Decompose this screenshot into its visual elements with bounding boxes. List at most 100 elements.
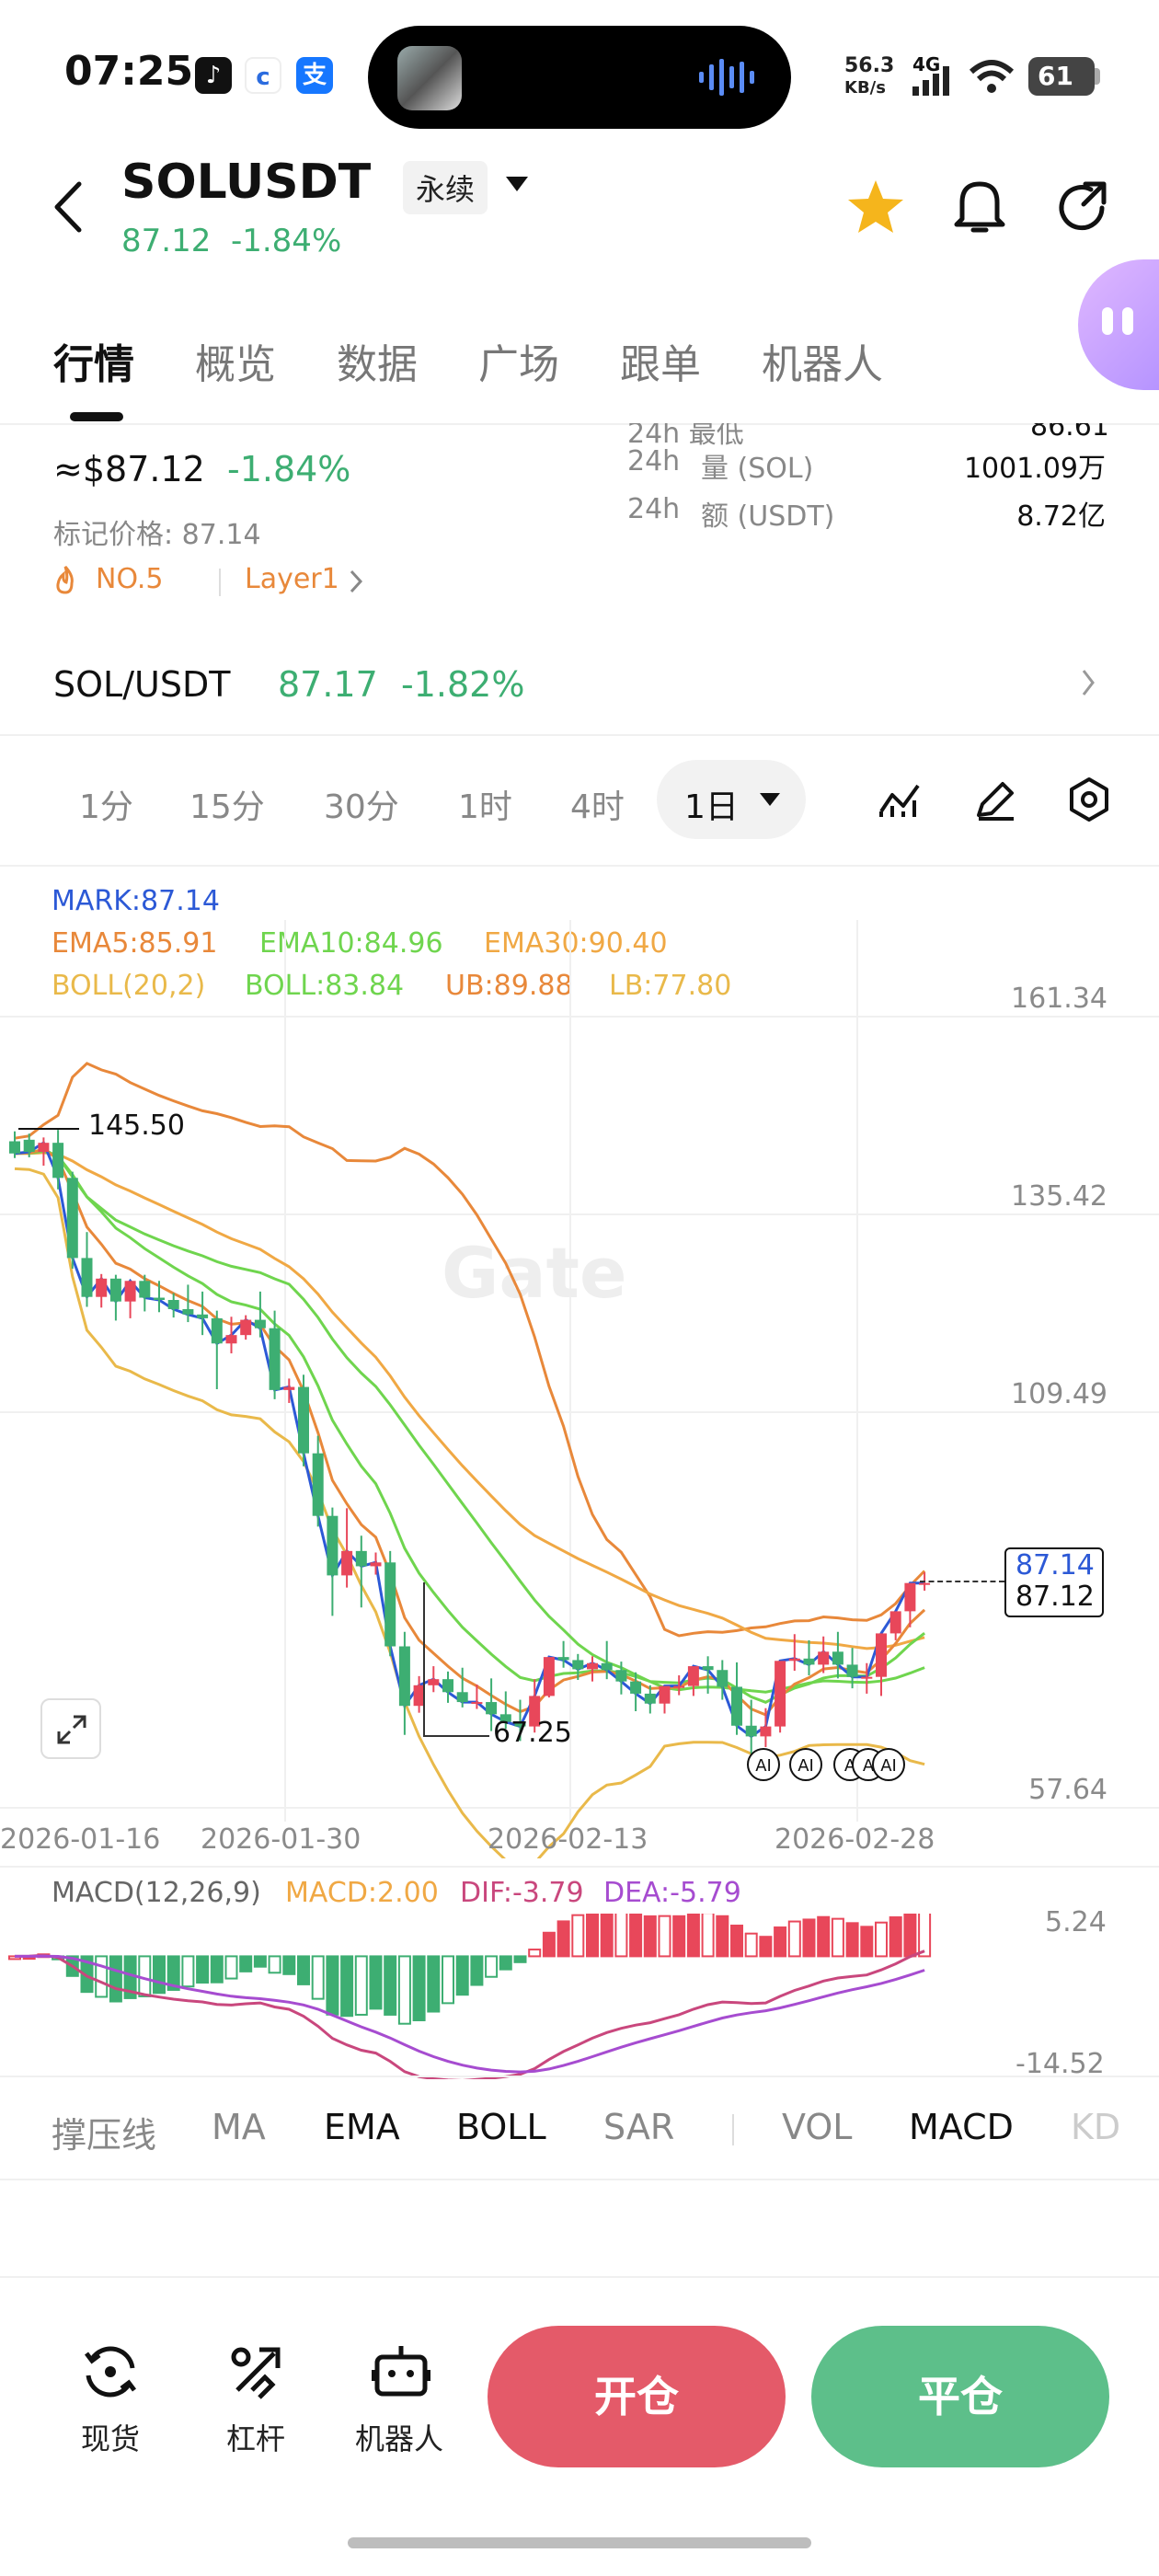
- tab-data[interactable]: 数据: [337, 331, 418, 390]
- interval-4h[interactable]: 4时: [570, 780, 625, 828]
- favorite-star-icon[interactable]: [846, 178, 905, 236]
- price-tag-box: 87.14 87.12: [1004, 1547, 1104, 1617]
- open-position-button[interactable]: 开仓: [488, 2326, 786, 2467]
- indicator-ema[interactable]: EMA: [324, 2107, 400, 2147]
- dynamic-island[interactable]: [368, 26, 791, 129]
- fullscreen-button[interactable]: [40, 1698, 101, 1759]
- divider: [0, 1866, 1159, 1868]
- candle-body: [760, 1726, 772, 1737]
- macd-histogram-bar: [513, 1955, 527, 1963]
- macd-histogram-bar: [282, 1955, 296, 1975]
- candle-body: [846, 1664, 858, 1677]
- boll-mid-line: [14, 1147, 925, 1694]
- vol-label: 量 (SOL): [701, 453, 814, 485]
- candle-body: [269, 1328, 281, 1390]
- y-tick-label: 57.64: [1028, 1774, 1107, 1806]
- macd-histogram-bar: [701, 1914, 715, 1958]
- macd-histogram-bar: [860, 1926, 874, 1958]
- candle-body: [167, 1300, 179, 1309]
- candle-body: [124, 1281, 136, 1302]
- candle-body: [717, 1670, 729, 1687]
- interval-15m[interactable]: 15分: [189, 780, 265, 828]
- candlestick-chart[interactable]: Gate 161.34 135.42 109.49 57.64: [0, 865, 1159, 1858]
- macd-histogram-bar: [528, 1949, 542, 1958]
- indicator-sar[interactable]: SAR: [603, 2107, 674, 2147]
- macd-histogram-bar: [889, 1915, 902, 1958]
- tab-square[interactable]: 广场: [478, 331, 559, 390]
- macd-histogram-bar: [787, 1920, 801, 1958]
- macd-chart[interactable]: [0, 1914, 975, 2079]
- symbol-title[interactable]: SOLUSDT: [121, 155, 371, 210]
- candle-body: [731, 1686, 742, 1726]
- candle-body: [471, 1702, 483, 1705]
- home-indicator[interactable]: [348, 2537, 811, 2548]
- spot-label[interactable]: 现货: [81, 2416, 140, 2458]
- candle-body: [442, 1679, 453, 1693]
- candle-body: [341, 1550, 353, 1576]
- interval-1m[interactable]: 1分: [79, 780, 133, 828]
- candle-body: [876, 1633, 887, 1677]
- leverage-icon[interactable]: [226, 2342, 285, 2401]
- x-tick: 2026-02-28: [775, 1823, 935, 1856]
- indicator-boll[interactable]: BOLL: [456, 2107, 546, 2147]
- leverage-label[interactable]: 杠杆: [226, 2416, 285, 2458]
- candle-body: [225, 1335, 237, 1344]
- indicator-chart-icon[interactable]: [878, 778, 924, 821]
- tab-copy-trade[interactable]: 跟单: [620, 331, 701, 390]
- interval-1d[interactable]: 1日: [657, 760, 806, 839]
- tab-bots[interactable]: 机器人: [762, 331, 883, 390]
- indicator-vol[interactable]: VOL: [782, 2107, 852, 2147]
- ai-tag[interactable]: AI: [789, 1748, 822, 1781]
- battery-icon: 61: [1028, 57, 1095, 96]
- share-icon[interactable]: [1054, 178, 1111, 236]
- macd-histogram-bar: [744, 1932, 758, 1958]
- close-position-button[interactable]: 平仓: [811, 2326, 1109, 2467]
- indicator-kd[interactable]: KD: [1071, 2107, 1120, 2147]
- macd-dif: DIF:-3.79: [460, 1877, 584, 1909]
- back-icon[interactable]: [52, 180, 85, 234]
- interval-30m[interactable]: 30分: [324, 780, 399, 828]
- rank-badge[interactable]: NO.5: [96, 563, 163, 595]
- macd-histogram-bar: [716, 1915, 729, 1958]
- indicator-support-resistance[interactable]: 撑压线: [52, 2107, 156, 2157]
- candle-body: [818, 1651, 830, 1665]
- low-marker-line: [423, 1735, 489, 1737]
- low-label: 67.25: [493, 1717, 572, 1749]
- interval-1h[interactable]: 1时: [458, 780, 512, 828]
- alert-bell-icon[interactable]: [953, 177, 1006, 237]
- tab-market[interactable]: 行情: [53, 331, 134, 390]
- spot-pair-row[interactable]: SOL/USDT 87.17 -1.82%: [0, 626, 1159, 736]
- stat-partial-value: 86.61: [1030, 423, 1109, 443]
- spot-icon[interactable]: [81, 2342, 140, 2401]
- candle-body: [154, 1297, 165, 1301]
- candle-body: [197, 1314, 209, 1318]
- macd-histogram-bar: [730, 1925, 743, 1958]
- divider: [219, 569, 221, 596]
- macd-histogram-bar: [297, 1955, 310, 1985]
- chart-settings-icon[interactable]: [1067, 776, 1111, 822]
- indicator-macd[interactable]: MACD: [909, 2107, 1014, 2147]
- draw-pen-icon[interactable]: [973, 778, 1017, 821]
- candle-body: [9, 1141, 20, 1154]
- candle-body: [486, 1702, 498, 1715]
- x-tick: 2026-01-16: [0, 1823, 161, 1856]
- symbol-dropdown-icon[interactable]: [504, 175, 530, 193]
- tab-overview[interactable]: 概览: [195, 331, 276, 390]
- macd-histogram-bar: [614, 1914, 628, 1958]
- contract-type-badge[interactable]: 永续: [403, 161, 488, 214]
- indicator-ma[interactable]: MA: [212, 2107, 266, 2147]
- chevron-right-icon[interactable]: [348, 569, 364, 594]
- robot-label[interactable]: 机器人: [355, 2416, 443, 2458]
- robot-icon[interactable]: [372, 2342, 430, 2401]
- macd-histogram-bar: [340, 1955, 354, 2018]
- candle-body: [283, 1386, 295, 1390]
- assistant-bubble-icon[interactable]: [1078, 259, 1159, 390]
- tiktok-icon: ♪: [195, 57, 232, 94]
- ai-tag[interactable]: AI: [747, 1748, 780, 1781]
- macd-histogram-bar: [903, 1914, 917, 1958]
- ai-tag[interactable]: AI: [872, 1748, 905, 1781]
- candle-body: [788, 1658, 800, 1662]
- candle-body: [52, 1143, 64, 1179]
- sector-tag[interactable]: Layer1: [245, 563, 339, 595]
- candle-body: [38, 1143, 50, 1153]
